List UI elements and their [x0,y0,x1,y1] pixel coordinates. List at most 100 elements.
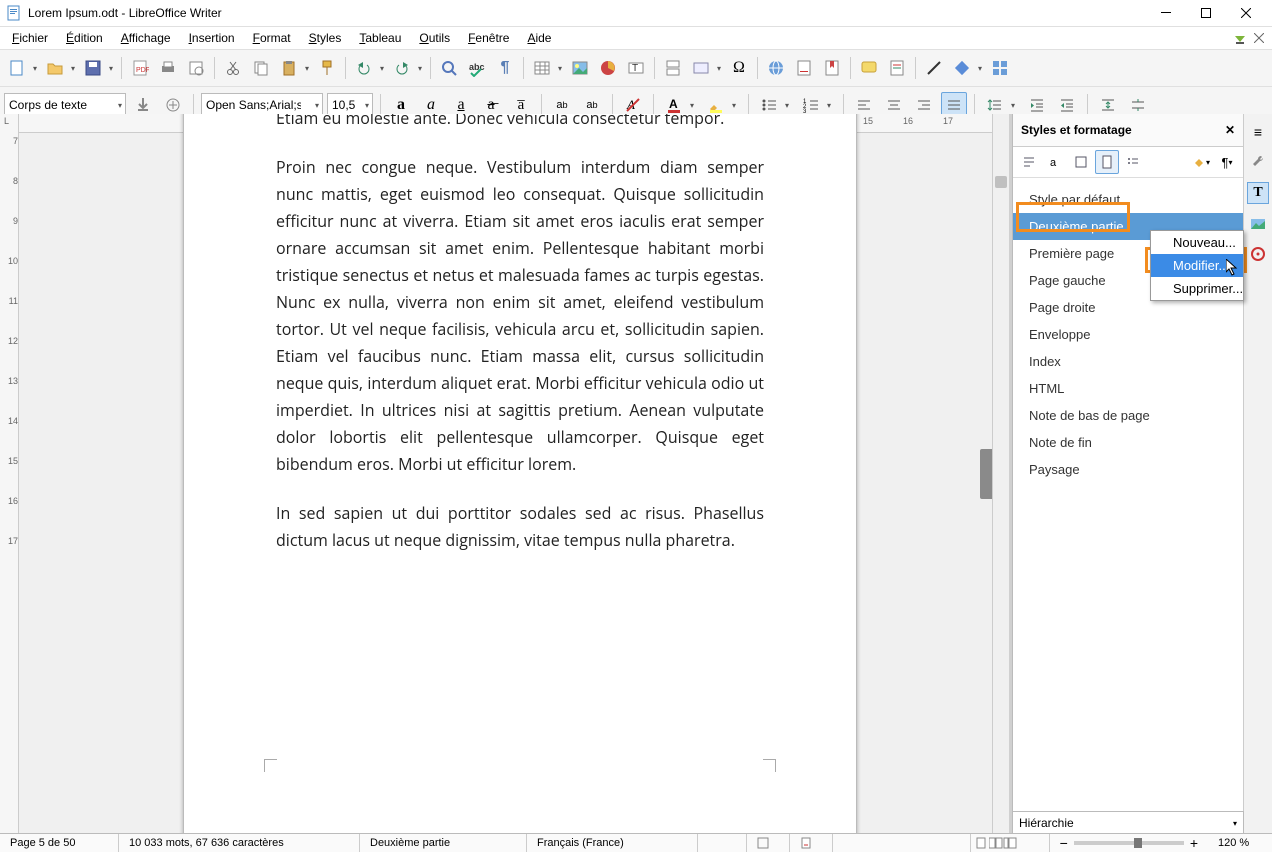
menu-fichier[interactable]: Fichier [4,29,56,47]
paragraph: Proin nec congue neque. Vestibulum inter… [276,154,764,478]
statusbar: Page 5 de 50 10 033 mots, 67 636 caractè… [0,833,1272,852]
maximize-button[interactable] [1186,0,1226,26]
document-area[interactable]: 211234567891011121314151617 Etiam eu mol… [19,114,992,834]
insert-comment-button[interactable] [856,55,882,81]
menu-edition[interactable]: Édition [58,29,111,47]
update-icon[interactable] [1232,30,1248,46]
document-page[interactable]: Etiam eu molestie ante. Donec vehicula c… [183,114,857,834]
export-pdf-button[interactable]: PDF [127,55,153,81]
page-styles-tab[interactable] [1095,150,1119,174]
menu-aide[interactable]: Aide [519,29,559,47]
spellcheck-button[interactable]: abc [464,55,490,81]
style-item[interactable]: Note de fin [1013,429,1243,456]
page-break-button[interactable] [660,55,686,81]
zoom-percent[interactable]: 120 % [1208,834,1272,852]
print-preview-button[interactable] [183,55,209,81]
insert-table-button[interactable]: ▾ [529,55,555,81]
status-page-style[interactable]: Deuxième partie [360,834,527,852]
insert-footnote-button[interactable] [791,55,817,81]
sidebar-menu-icon[interactable]: ≡ [1248,122,1268,142]
redo-button[interactable]: ▾ [389,55,415,81]
close-window-button[interactable] [1226,0,1266,26]
styles-sidebar: Styles et formatage ✕ a ▾ ¶▾ Style par d… [1012,114,1243,834]
cut-button[interactable] [220,55,246,81]
gallery-panel-icon[interactable] [1248,214,1268,234]
copy-button[interactable] [248,55,274,81]
zoom-slider[interactable]: − + [1050,834,1208,852]
context-menu-delete[interactable]: Supprimer... [1151,277,1243,300]
status-page[interactable]: Page 5 de 50 [0,834,119,852]
menu-format[interactable]: Format [245,29,299,47]
minimize-button[interactable] [1146,0,1186,26]
insert-bookmark-button[interactable] [819,55,845,81]
close-document-icon[interactable] [1254,33,1264,43]
fill-format-button[interactable]: ▾ [1189,150,1213,174]
open-button[interactable]: ▾ [42,55,68,81]
vertical-scrollbar[interactable] [992,114,1009,834]
svg-text:abc: abc [469,62,485,72]
sidebar-collapse-handle[interactable] [980,449,992,499]
status-words[interactable]: 10 033 mots, 67 636 caractères [119,834,360,852]
properties-panel-icon[interactable] [1248,152,1268,172]
insert-textbox-button[interactable]: T [623,55,649,81]
navigator-panel-icon[interactable] [1248,244,1268,264]
style-item[interactable]: Enveloppe [1013,321,1243,348]
character-styles-tab[interactable]: a [1043,150,1067,174]
style-item[interactable]: Index [1013,348,1243,375]
svg-text:a: a [1050,157,1057,169]
window-title: Lorem Ipsum.odt - LibreOffice Writer [28,6,222,20]
page-corner-icon [763,759,776,772]
insert-field-button[interactable]: ▾ [688,55,714,81]
menu-fenetre[interactable]: Fenêtre [460,29,517,47]
menubar: Fichier Édition Affichage Insertion Form… [0,27,1272,50]
undo-button[interactable]: ▾ [351,55,377,81]
list-styles-tab[interactable] [1121,150,1145,174]
menu-outils[interactable]: Outils [411,29,458,47]
find-replace-button[interactable] [436,55,462,81]
page-corner-icon [264,759,277,772]
menu-affichage[interactable]: Affichage [113,29,179,47]
titlebar: Lorem Ipsum.odt - LibreOffice Writer [0,0,1272,27]
formatting-marks-button[interactable]: ¶ [492,55,518,81]
new-button[interactable]: ▾ [4,55,30,81]
styles-panel-icon[interactable]: T [1247,182,1269,204]
insert-special-char-button[interactable]: Ω [726,55,752,81]
draw-functions-button[interactable] [987,55,1013,81]
sidebar-title: Styles et formatage [1021,123,1132,137]
paragraph-styles-tab[interactable] [1017,150,1041,174]
close-sidebar-button[interactable]: ✕ [1225,123,1235,137]
track-changes-button[interactable] [884,55,910,81]
style-actions-button[interactable]: ¶▾ [1215,150,1239,174]
status-signature[interactable] [790,834,833,852]
draw-line-button[interactable] [921,55,947,81]
paste-button[interactable]: ▾ [276,55,302,81]
context-menu-new[interactable]: Nouveau... [1151,231,1243,254]
style-filter-combo[interactable]: Hiérarchie▾ [1012,811,1244,835]
menu-insertion[interactable]: Insertion [181,29,243,47]
font-name-value: Open Sans;Arial;sans [206,98,301,112]
insert-chart-button[interactable] [595,55,621,81]
style-item[interactable]: Paysage [1013,456,1243,483]
print-button[interactable] [155,55,181,81]
sidebar-tab-strip: ≡ T [1243,114,1272,834]
clone-format-button[interactable] [314,55,340,81]
menu-styles[interactable]: Styles [301,29,350,47]
frame-styles-tab[interactable] [1069,150,1093,174]
vertical-ruler: L 7891011121314151617 [0,114,19,834]
sidebar-style-tabs: a ▾ ¶▾ [1013,147,1243,178]
menu-tableau[interactable]: Tableau [351,29,409,47]
style-item[interactable]: Note de bas de page [1013,402,1243,429]
standard-toolbar: ▾ ▾ ▾ PDF ▾ ▾ ▾ abc ¶ ▾ T ▾ Ω ▾ [0,50,1272,87]
status-view-buttons[interactable] [971,834,1050,852]
paragraph-style-value: Corps de texte [9,98,87,112]
insert-image-button[interactable] [567,55,593,81]
save-button[interactable]: ▾ [80,55,106,81]
style-item[interactable]: HTML [1013,375,1243,402]
insert-hyperlink-button[interactable] [763,55,789,81]
status-selection-mode[interactable] [747,834,790,852]
draw-shape-button[interactable]: ▾ [949,55,975,81]
status-language[interactable]: Français (France) [527,834,698,852]
status-empty [833,834,971,852]
style-item[interactable]: Style par défaut [1013,186,1243,213]
status-insert-mode[interactable] [698,834,747,852]
